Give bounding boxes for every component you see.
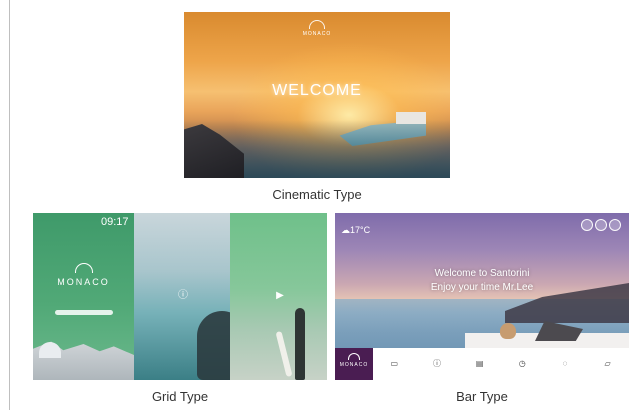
weather-readout: ☁17°C (341, 225, 370, 236)
bar-preview[interactable]: ☁17°C Welcome to Santorini Enjoy your ti… (335, 213, 629, 380)
cinematic-preview[interactable]: MONACO WELCOME (184, 12, 450, 178)
play-icon: ▶ (276, 290, 284, 301)
menu-item-tv[interactable]: ▭ (379, 359, 409, 369)
grid-logo: MONACO (33, 263, 134, 287)
grid-logo-name: MONACO (57, 277, 110, 287)
cast-icon: ▱ (604, 359, 611, 368)
tv-icon: ▭ (390, 359, 399, 368)
crown-icon (74, 263, 93, 273)
info-icon: ⓘ (178, 290, 188, 301)
brand-block: MONACO (335, 348, 373, 380)
menu-item-cast[interactable]: ▱ (593, 359, 623, 369)
brand-name: MONACO (339, 362, 369, 368)
crown-icon (348, 353, 360, 360)
cinematic-logo-name: MONACO (302, 31, 332, 37)
bar-caption: Bar Type (456, 389, 508, 404)
villa-building (396, 112, 426, 124)
surfer-silhouette (295, 308, 305, 380)
cloud-icon: ☁ (341, 225, 350, 235)
bottom-menu-bar: MONACO ▭ ⓘ ▤ ◷ ◌ ▱ (335, 348, 629, 380)
menu-item-information[interactable]: ⓘ (422, 359, 452, 369)
grid-search-bar[interactable] (55, 310, 113, 315)
crown-icon (309, 20, 325, 29)
temperature: 17°C (350, 225, 371, 235)
chat-icon: ◌ (562, 359, 568, 368)
grid-preview[interactable]: 09:17 MONACO ⓘ ▶ (33, 213, 327, 380)
power-icon[interactable] (609, 219, 621, 231)
grid-caption: Grid Type (151, 389, 209, 404)
menu-item-chat[interactable]: ◌ (550, 359, 580, 369)
clock-icon: ◷ (518, 359, 526, 368)
welcome-line-2: Enjoy your time Mr.Lee (430, 282, 534, 293)
menu-items: ▭ ⓘ ▤ ◷ ◌ ▱ (373, 348, 629, 380)
bill-icon: ▤ (475, 359, 484, 368)
amphora-pot (500, 323, 516, 339)
welcome-line-1: Welcome to Santorini (434, 268, 530, 279)
cinematic-caption: Cinematic Type (272, 187, 362, 202)
cinematic-welcome-text: WELCOME (272, 82, 362, 99)
top-right-controls (581, 219, 621, 231)
menu-item-billing[interactable]: ▤ (465, 359, 495, 369)
bar-welcome: Welcome to Santorini Enjoy your time Mr.… (335, 267, 629, 295)
cinematic-logo: MONACO (303, 20, 330, 37)
grid-clock: 09:17 (101, 216, 129, 228)
info-icon: ⓘ (432, 359, 441, 368)
church-dome (39, 342, 61, 358)
left-divider (9, 0, 10, 410)
search-icon[interactable] (581, 219, 593, 231)
settings-icon[interactable] (595, 219, 607, 231)
menu-item-clock[interactable]: ◷ (507, 359, 537, 369)
